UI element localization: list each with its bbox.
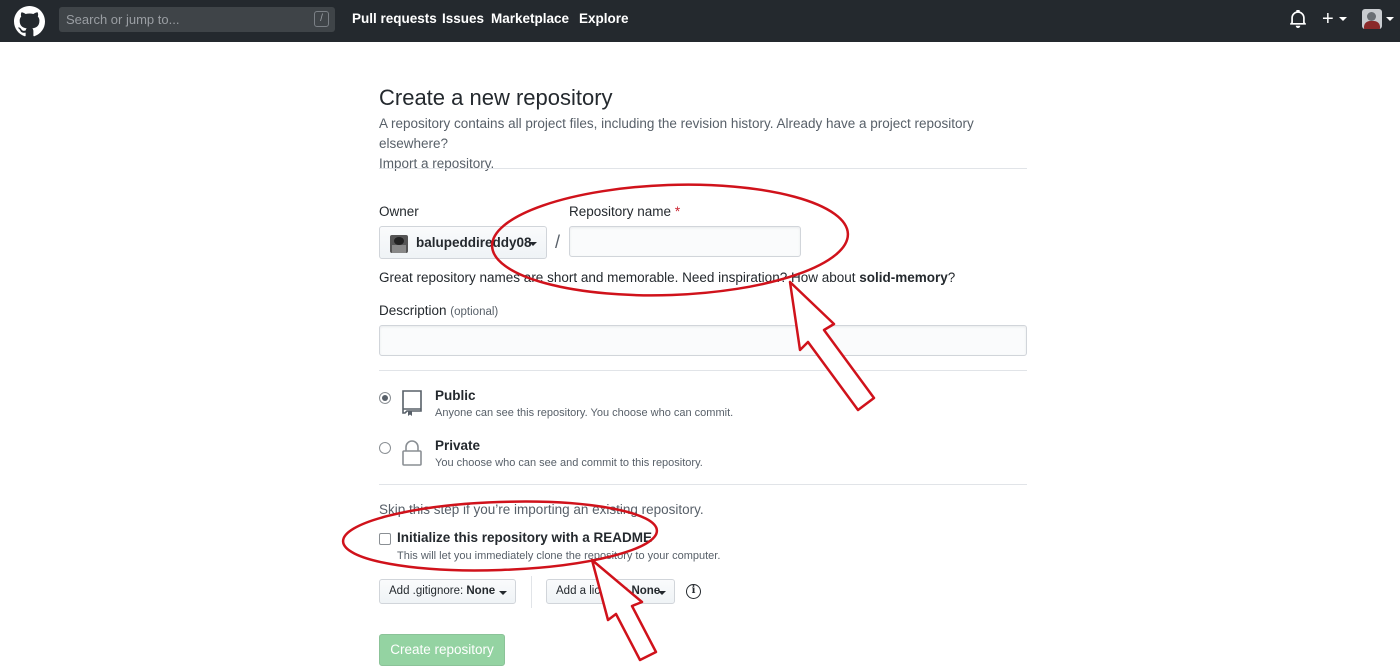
chevron-down-icon <box>499 591 507 595</box>
annotation-arrow-readme <box>590 558 658 662</box>
gitignore-select-text: Add .gitignore: None <box>389 585 495 597</box>
public-option-description: Anyone can see this repository. You choo… <box>435 407 734 419</box>
hint-end: ? <box>947 270 956 285</box>
divider <box>379 370 1027 371</box>
skip-step-text: Skip this step if you’re importing an ex… <box>379 502 704 517</box>
gitignore-select[interactable]: Add .gitignore: None <box>379 579 516 604</box>
nav-issues[interactable]: Issues <box>442 11 484 26</box>
search-input[interactable]: Search or jump to... / <box>59 7 335 32</box>
license-value: None <box>631 585 661 597</box>
page-title: Create a new repository <box>379 85 613 110</box>
init-readme-checkbox[interactable] <box>379 533 391 545</box>
search-shortcut-key: / <box>314 11 329 27</box>
owner-select[interactable]: balupeddireddy08 <box>379 226 547 259</box>
subtitle-text: A repository contains all project files,… <box>379 116 974 151</box>
gitignore-value: None <box>466 585 496 597</box>
license-select[interactable]: Add a license: None <box>546 579 675 604</box>
github-logo-icon[interactable] <box>14 6 45 37</box>
repository-name-hint: Great repository names are short and mem… <box>379 270 955 285</box>
repository-name-label: Repository name * <box>569 204 680 219</box>
repository-name-input[interactable] <box>569 226 801 257</box>
bell-icon[interactable] <box>1290 10 1306 28</box>
license-label: Add a license: <box>556 585 629 597</box>
divider <box>379 168 1027 169</box>
private-radio[interactable] <box>379 442 391 454</box>
chevron-down-icon <box>1386 17 1394 21</box>
optional-tag: (optional) <box>450 306 499 318</box>
search-placeholder: Search or jump to... <box>66 12 180 27</box>
owner-avatar <box>390 235 408 253</box>
nav-explore[interactable]: Explore <box>579 11 629 26</box>
init-readme-label[interactable]: Initialize this repository with a README <box>397 530 652 545</box>
public-radio[interactable] <box>379 392 391 404</box>
description-input[interactable] <box>379 325 1027 356</box>
hint-text: Great repository names are short and mem… <box>379 270 860 285</box>
description-label-text: Description <box>379 303 447 318</box>
top-navbar: Search or jump to... / Pull requests Iss… <box>0 0 1400 42</box>
repository-name-label-text: Repository name <box>569 204 672 219</box>
chevron-down-icon <box>1339 17 1347 21</box>
nav-pull-requests[interactable]: Pull requests <box>352 11 437 26</box>
info-icon[interactable]: i <box>686 584 701 599</box>
public-option-title[interactable]: Public <box>435 388 476 403</box>
description-label: Description (optional) <box>379 303 498 318</box>
required-mark: * <box>674 204 681 219</box>
gitignore-label: Add .gitignore: <box>389 585 464 597</box>
lock-icon <box>402 440 422 466</box>
owner-value: balupeddireddy08 <box>416 235 532 250</box>
init-readme-description: This will let you immediately clone the … <box>397 550 721 562</box>
owner-repo-separator: / <box>555 232 561 252</box>
plus-icon[interactable]: + <box>1322 9 1334 29</box>
chevron-down-icon <box>529 242 537 246</box>
repo-icon <box>402 390 422 416</box>
private-option-description: You choose who can see and commit to thi… <box>435 457 703 469</box>
divider <box>379 484 1027 485</box>
owner-label: Owner <box>379 204 419 219</box>
private-option-title[interactable]: Private <box>435 438 480 453</box>
divider <box>531 576 532 608</box>
avatar[interactable] <box>1362 9 1382 29</box>
nav-marketplace[interactable]: Marketplace <box>491 11 569 26</box>
suggested-name-link[interactable]: solid-memory <box>859 270 948 285</box>
chevron-down-icon <box>658 591 666 595</box>
page-subtitle: A repository contains all project files,… <box>379 114 1029 174</box>
create-repository-button[interactable]: Create repository <box>379 634 505 666</box>
license-select-text: Add a license: None <box>556 585 660 597</box>
